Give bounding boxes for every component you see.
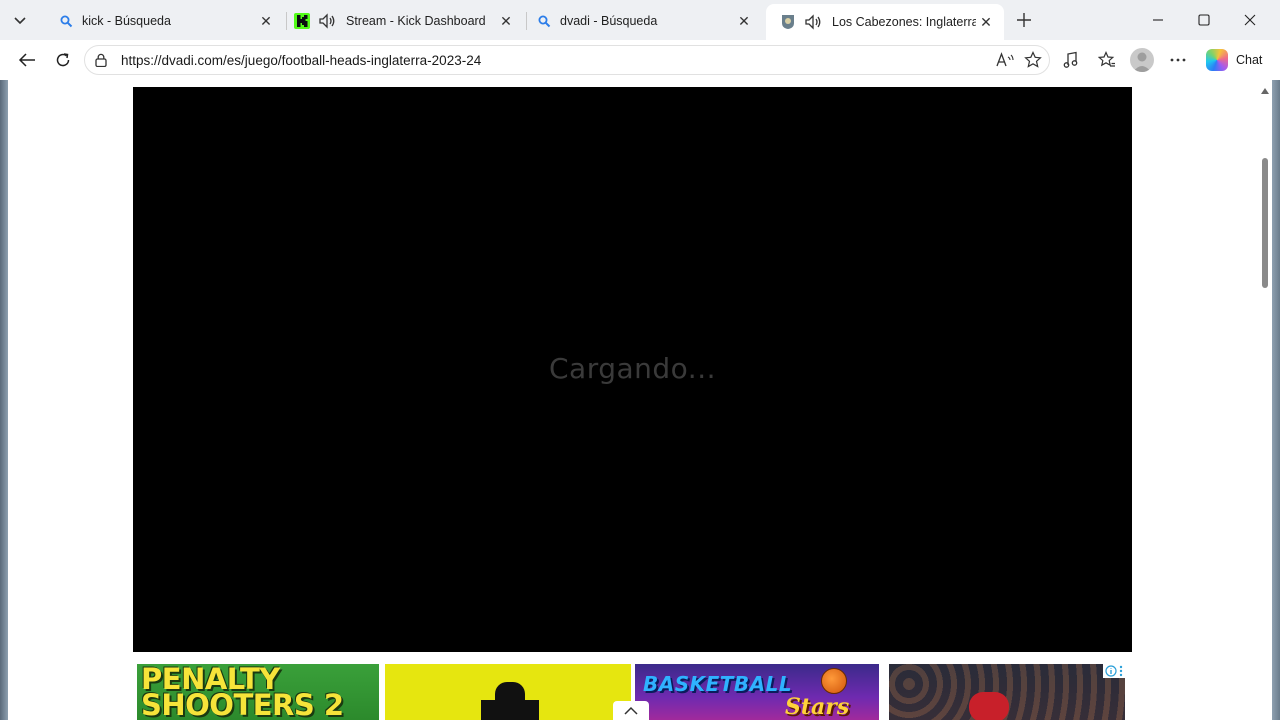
tab-title: Stream - Kick Dashboard xyxy=(346,14,486,28)
music-note-icon xyxy=(1063,51,1078,68)
desktop-edge xyxy=(1272,80,1280,720)
new-tab-button[interactable] xyxy=(1012,8,1036,32)
site-favicon-icon xyxy=(780,14,796,30)
tab-dvadi-search[interactable]: dvadi - Búsqueda ✕ xyxy=(522,4,762,38)
game-thumbnail-penalty-shooters[interactable]: PENALTY SHOOTERS 2 xyxy=(137,664,379,720)
close-icon[interactable]: ✕ xyxy=(976,12,996,32)
game-frame[interactable]: Cargando... xyxy=(133,87,1132,652)
tab-title: Los Cabezones: Inglaterra 202 xyxy=(832,15,976,29)
settings-more-button[interactable] xyxy=(1166,48,1190,72)
arrow-left-icon xyxy=(18,53,35,67)
character-silhouette xyxy=(481,700,539,720)
close-window-button[interactable] xyxy=(1236,6,1264,34)
favorite-star-icon[interactable] xyxy=(1021,48,1045,72)
tab-kick-dashboard[interactable]: Stream - Kick Dashboard ✕ xyxy=(280,4,524,38)
more-vertical-icon xyxy=(1119,665,1123,677)
maximize-icon xyxy=(1198,14,1210,26)
chevron-down-icon xyxy=(14,17,26,25)
favorites-button[interactable] xyxy=(1095,48,1119,72)
close-icon[interactable]: ✕ xyxy=(734,11,754,31)
chat-label: Chat xyxy=(1236,53,1263,67)
favorites-list-icon xyxy=(1098,51,1115,67)
back-button[interactable] xyxy=(15,48,39,72)
kick-logo-icon xyxy=(294,13,310,29)
thumbnail-title: BASKETBALL xyxy=(643,672,793,696)
plus-icon xyxy=(1017,13,1031,27)
info-icon xyxy=(1105,665,1117,677)
tab-los-cabezones[interactable]: Los Cabezones: Inglaterra 202 ✕ xyxy=(766,4,1004,40)
page-content: Cargando... PENALTY SHOOTERS 2 BASKETBAL… xyxy=(8,80,1272,720)
game-thumbnail[interactable] xyxy=(889,664,1125,720)
tab-actions-menu-button[interactable] xyxy=(0,0,40,40)
close-icon[interactable]: ✕ xyxy=(496,11,516,31)
game-thumbnail[interactable] xyxy=(385,664,631,720)
search-icon xyxy=(58,13,74,29)
boxing-glove-art xyxy=(969,692,1009,720)
triangle-up-icon xyxy=(1261,88,1269,94)
loading-text: Cargando... xyxy=(548,352,717,385)
media-control-button[interactable] xyxy=(1059,48,1083,72)
tab-title: kick - Búsqueda xyxy=(82,14,171,28)
copilot-chat-button[interactable]: Chat xyxy=(1200,44,1268,76)
scrollbar-thumb[interactable] xyxy=(1262,158,1268,288)
reload-button[interactable] xyxy=(51,48,75,72)
desktop-edge xyxy=(0,80,8,720)
chevron-up-icon xyxy=(624,706,638,715)
tab-title: dvadi - Búsqueda xyxy=(560,14,658,28)
vertical-scrollbar[interactable] xyxy=(1260,86,1270,716)
copilot-icon xyxy=(1206,49,1228,71)
minimize-button[interactable] xyxy=(1144,6,1172,34)
game-thumbnail-basketball-stars[interactable]: BASKETBALL Stars xyxy=(635,664,879,720)
user-icon xyxy=(1133,52,1151,72)
tab-kick-search[interactable]: kick - Búsqueda ✕ xyxy=(44,4,284,38)
address-bar[interactable]: https://dvadi.com/es/juego/football-head… xyxy=(84,45,1050,75)
refresh-icon xyxy=(56,53,70,67)
read-aloud-icon[interactable] xyxy=(993,48,1017,72)
minimize-icon xyxy=(1153,19,1163,21)
lock-icon[interactable] xyxy=(93,52,109,68)
thumbnail-title: PENALTY SHOOTERS 2 xyxy=(141,664,344,720)
speaker-icon[interactable] xyxy=(804,14,822,30)
maximize-button[interactable] xyxy=(1190,6,1218,34)
search-icon xyxy=(536,13,552,29)
close-icon xyxy=(1244,14,1256,26)
expand-up-button[interactable] xyxy=(613,701,649,720)
speaker-icon[interactable] xyxy=(318,13,336,29)
close-icon[interactable]: ✕ xyxy=(256,11,276,31)
basketball-icon xyxy=(821,668,847,694)
profile-avatar[interactable] xyxy=(1130,48,1154,72)
browser-toolbar: https://dvadi.com/es/juego/football-head… xyxy=(0,40,1280,80)
scroll-up-arrow[interactable] xyxy=(1260,86,1270,96)
ad-choices-badge[interactable] xyxy=(1103,664,1125,678)
more-horizontal-icon xyxy=(1170,58,1186,62)
address-url: https://dvadi.com/es/juego/football-head… xyxy=(121,52,482,68)
thumbnail-subtitle: Stars xyxy=(785,694,850,720)
